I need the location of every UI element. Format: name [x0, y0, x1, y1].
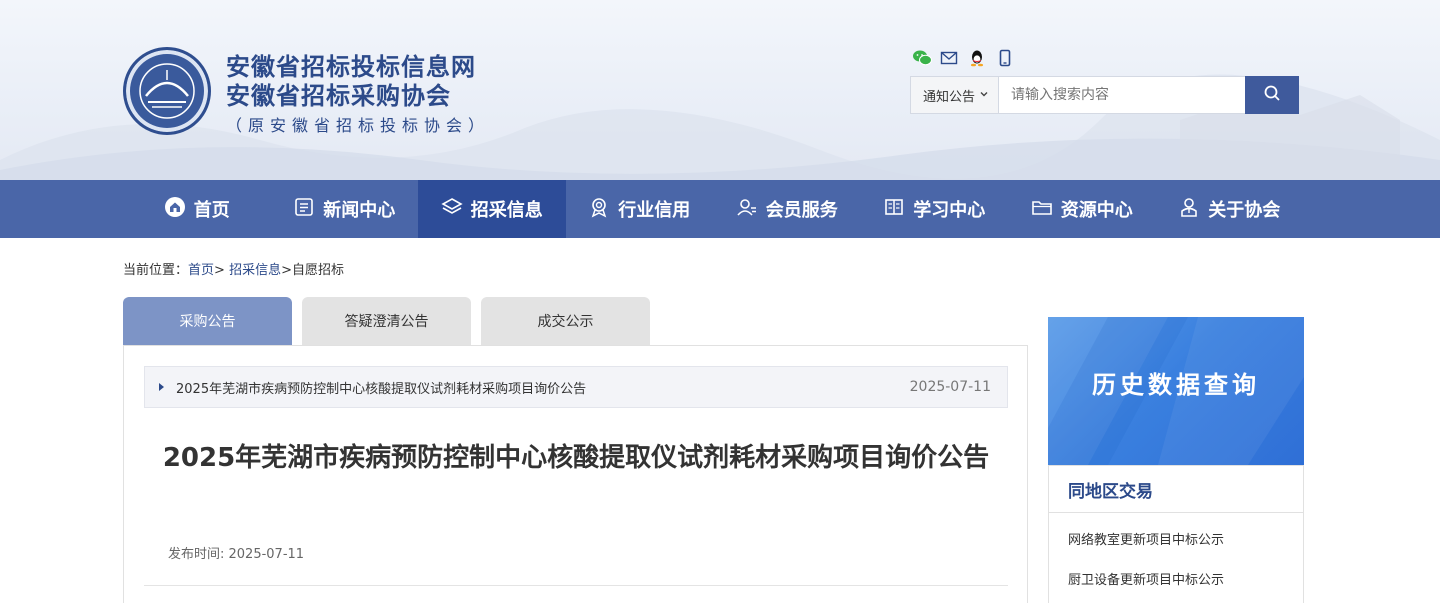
breadcrumb-home-link[interactable]: 首页 [188, 263, 214, 278]
nav-label: 行业信用 [618, 200, 691, 221]
triangle-bullet-icon [159, 383, 164, 391]
search-button[interactable] [1245, 76, 1299, 114]
region-title: 同地区交易 [1049, 466, 1303, 513]
search-category-select[interactable]: 通知公告 [911, 77, 999, 113]
notice-title: 2025年芜湖市疾病预防控制中心核酸提取仪试剂耗材采购项目询价公告 [176, 381, 587, 397]
mail-icon[interactable] [940, 49, 958, 67]
publish-time: 发布时间: 2025-07-11 [168, 543, 304, 562]
home-icon [164, 196, 186, 223]
nav-label: 新闻中心 [323, 200, 396, 221]
breadcrumb-section-link[interactable]: 招采信息 [229, 263, 281, 278]
nav-item-about[interactable]: 关于协会 [1156, 180, 1304, 238]
search-icon [1263, 84, 1281, 106]
folder-icon [1031, 196, 1053, 223]
main-nav: 首页 新闻中心 招采信息 行业信用 会员服务 学习中心 资源中心 关于协会 [0, 180, 1440, 238]
nav-label: 会员服务 [765, 200, 838, 221]
breadcrumb-prefix: 当前位置： [123, 263, 189, 278]
book-icon [883, 196, 905, 223]
members-icon [736, 196, 758, 223]
site-subtitle: （原安徽省招标投标协会） [226, 116, 491, 135]
layers-icon [441, 196, 463, 223]
nav-item-learning[interactable]: 学习中心 [861, 180, 1009, 238]
breadcrumb-current: 自愿招标 [292, 263, 345, 278]
article-panel: 2025年芜湖市疾病预防控制中心核酸提取仪试剂耗材采购项目询价公告 2025-0… [123, 345, 1028, 603]
nav-item-members[interactable]: 会员服务 [713, 180, 861, 238]
chevron-down-icon [979, 89, 989, 102]
nav-label: 关于协会 [1208, 200, 1281, 221]
site-title-primary: 安徽省招标投标信息网 [226, 52, 476, 81]
nav-item-news[interactable]: 新闻中心 [271, 180, 419, 238]
badge-icon [588, 196, 610, 223]
publish-date: 2025-07-11 [228, 547, 305, 562]
region-list: 网络教室更新项目中标公示 厨卫设备更新项目中标公示 [1049, 513, 1303, 593]
nav-label: 招采信息 [470, 200, 543, 221]
nav-label: 首页 [193, 200, 230, 221]
notice-list-item[interactable]: 2025年芜湖市疾病预防控制中心核酸提取仪试剂耗材采购项目询价公告 2025-0… [144, 366, 1008, 408]
qq-icon[interactable] [968, 49, 986, 67]
tab-clarification-notice[interactable]: 答疑澄清公告 [302, 297, 471, 345]
region-list-item[interactable]: 网络教室更新项目中标公示 [1068, 513, 1303, 553]
search-bar: 通知公告 [910, 76, 1299, 114]
tab-procurement-notice[interactable]: 采购公告 [123, 297, 292, 345]
publish-label: 发布时间: [168, 547, 229, 562]
breadcrumb: 当前位置：首页> 招采信息>自愿招标 [123, 259, 344, 278]
same-region-deals: 同地区交易 网络教室更新项目中标公示 厨卫设备更新项目中标公示 [1048, 465, 1304, 603]
site-header: 安徽省招标投标信息网 安徽省招标采购协会 （原安徽省招标投标协会） 通知公告 [0, 0, 1440, 180]
breadcrumb-separator: > [281, 263, 292, 278]
social-links [912, 49, 1014, 67]
divider [144, 585, 1008, 586]
search-input[interactable] [999, 77, 1245, 113]
mobile-icon[interactable] [996, 49, 1014, 67]
search-category-value: 通知公告 [923, 89, 976, 105]
breadcrumb-separator: > [214, 263, 225, 278]
user-icon [1178, 196, 1200, 223]
history-data-query-label: 历史数据查询 [1092, 371, 1260, 399]
nav-label: 学习中心 [913, 200, 986, 221]
announcement-tabs: 采购公告 答疑澄清公告 成交公示 [123, 297, 650, 345]
association-logo[interactable] [123, 47, 211, 135]
nav-label: 资源中心 [1060, 200, 1133, 221]
news-icon [293, 196, 315, 223]
article-title: 2025年芜湖市疾病预防控制中心核酸提取仪试剂耗材采购项目询价公告 [162, 443, 990, 473]
notice-date: 2025-07-11 [909, 379, 991, 395]
site-title-secondary: 安徽省招标采购协会 [226, 81, 451, 110]
nav-item-procurement[interactable]: 招采信息 [418, 180, 566, 238]
wechat-icon[interactable] [912, 49, 932, 67]
history-data-query-banner[interactable]: 历史数据查询 [1048, 317, 1304, 465]
site-titles: 安徽省招标投标信息网 安徽省招标采购协会 （原安徽省招标投标协会） [226, 52, 490, 136]
nav-item-credit[interactable]: 行业信用 [566, 180, 714, 238]
nav-item-resources[interactable]: 资源中心 [1008, 180, 1156, 238]
nav-item-home[interactable]: 首页 [123, 180, 271, 238]
region-list-item[interactable]: 厨卫设备更新项目中标公示 [1068, 553, 1303, 593]
tab-deal-announcement[interactable]: 成交公示 [481, 297, 650, 345]
